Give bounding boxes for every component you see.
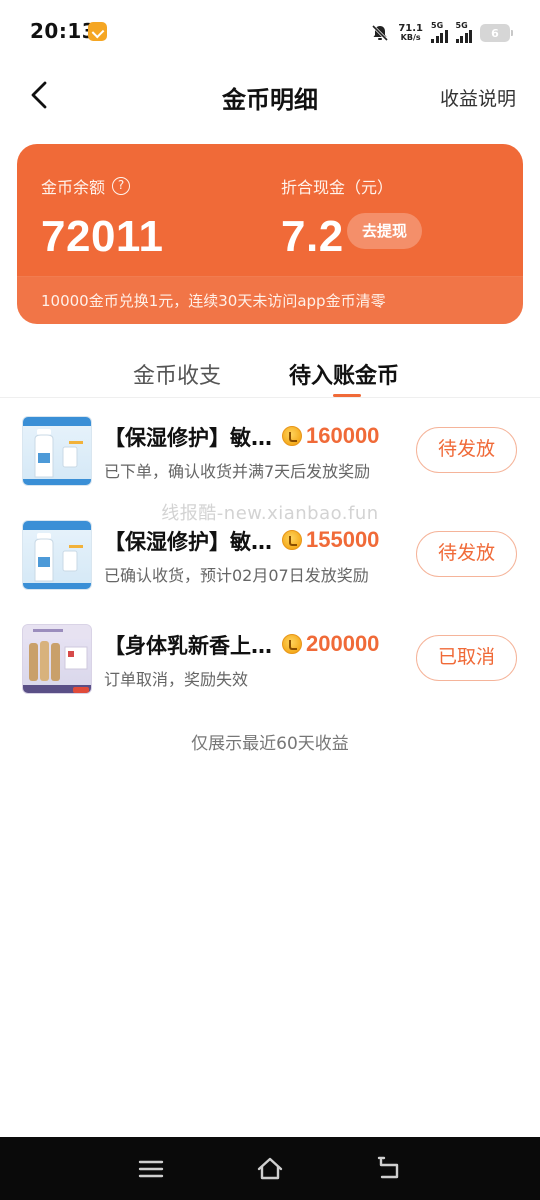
reward-status-button[interactable]: 待发放 <box>416 531 517 577</box>
list-item[interactable]: 【身体乳新香上… 200000 订单取消，奖励失效 已取消 <box>0 624 540 714</box>
signal-1-icon: 5G <box>431 21 448 43</box>
coin-balance-value: 72011 <box>41 212 164 261</box>
help-icon[interactable]: ? <box>112 177 131 195</box>
order-title: 【保湿修护】敏… <box>104 426 272 450</box>
battery-icon: 6 <box>480 24 513 42</box>
earnings-info-link[interactable]: 收益说明 <box>440 84 516 111</box>
coin-balance-block: 金币余额 ? 72011 <box>41 174 163 262</box>
status-bar: 20:13 71.1 KB/s 5G 5G 6 <box>0 0 540 64</box>
tab-pending-coins[interactable]: 待入账金币 <box>289 358 399 390</box>
network-speed: 71.1 KB/s <box>398 23 423 42</box>
coin-amount: 160000 <box>306 423 380 448</box>
product-thumbnail <box>22 416 92 486</box>
status-time: 20:13 <box>30 19 97 43</box>
product-thumbnail <box>22 624 92 694</box>
mute-bell-icon <box>370 23 390 43</box>
coin-amount: 200000 <box>306 631 380 656</box>
battery-level: 6 <box>491 26 499 40</box>
coin-reward: 200000 <box>282 631 379 657</box>
coin-amount: 155000 <box>306 527 380 552</box>
order-title: 【保湿修护】敏… <box>104 530 272 554</box>
active-tab-indicator <box>333 394 361 397</box>
order-status-desc: 已确认收货，预计02月07日发放奖励 <box>104 566 369 585</box>
order-status-desc: 已下单，确认收货并满7天后发放奖励 <box>104 462 371 481</box>
system-nav-bar <box>0 1137 540 1200</box>
order-status-desc: 订单取消，奖励失效 <box>104 670 249 689</box>
back-icon[interactable] <box>376 1155 404 1183</box>
list-item[interactable]: 【保湿修护】敏… 155000 已确认收货，预计02月07日发放奖励 待发放 <box>0 520 540 610</box>
list-item[interactable]: 【保湿修护】敏… 160000 已下单，确认收货并满7天后发放奖励 待发放 <box>0 416 540 506</box>
coin-reward: 160000 <box>282 423 379 449</box>
withdraw-button[interactable]: 去提现 <box>347 213 423 249</box>
list-footer-note: 仅展示最近60天收益 <box>191 734 349 754</box>
coin-reward: 155000 <box>282 527 379 553</box>
product-thumbnail <box>22 520 92 590</box>
tab-coin-income-expense[interactable]: 金币收支 <box>133 358 221 390</box>
exchange-rate-note: 10000金币兑换1元，连续30天未访问app金币清零 <box>17 276 523 324</box>
balance-card: 金币余额 ? 72011 折合现金（元） 7.2 去提现 10000金币兑换1元… <box>17 144 523 324</box>
order-title: 【身体乳新香上… <box>104 634 272 658</box>
nav-bar: 金币明细 收益说明 <box>0 64 540 128</box>
app-notification-icon <box>88 22 107 41</box>
menu-icon[interactable] <box>137 1155 165 1183</box>
coin-icon <box>282 634 302 654</box>
status-indicators: 71.1 KB/s 5G 5G 6 <box>370 20 513 46</box>
coin-icon <box>282 426 302 446</box>
coin-icon <box>282 530 302 550</box>
coin-balance-label: 金币余额 <box>41 178 106 197</box>
tab-bar: 金币收支 待入账金币 <box>0 346 540 398</box>
reward-status-button[interactable]: 已取消 <box>416 635 517 681</box>
signal-2-icon: 5G <box>455 21 472 43</box>
reward-status-button[interactable]: 待发放 <box>416 427 517 473</box>
cash-value-label: 折合现金（元） <box>281 178 394 197</box>
home-icon[interactable] <box>256 1155 284 1183</box>
